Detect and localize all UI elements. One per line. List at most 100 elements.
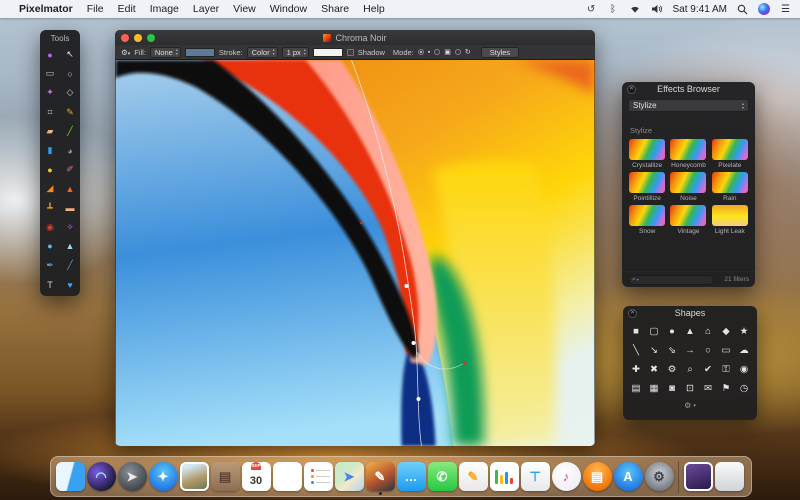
square-shape[interactable]: ■ [627, 322, 645, 341]
filter-honeycomb[interactable]: Honeycomb [669, 139, 707, 169]
dock-item-safari[interactable]: ✦ [148, 459, 178, 495]
image-shape[interactable]: ▦ [645, 379, 663, 398]
effects-search-input[interactable]: ⌕ ▾ [628, 274, 714, 285]
launchpad-icon[interactable]: ➤ [117, 462, 147, 491]
pixelmator-icon[interactable]: ✎ [365, 462, 395, 491]
oval-bubble-shape[interactable]: ○ [699, 341, 717, 360]
pages-icon[interactable]: ✎ [458, 462, 488, 491]
camera-shape[interactable]: ◙ [663, 379, 681, 398]
filter-thumbnail[interactable] [711, 139, 748, 160]
menu-item-edit[interactable]: Edit [111, 3, 143, 15]
filter-thumbnail[interactable] [670, 172, 707, 193]
effects-category-select[interactable]: Stylize ▴ ▾ [628, 99, 749, 112]
dock-item-facetime[interactable]: ✆ [427, 459, 457, 495]
clock-shape[interactable]: ◷ [735, 379, 753, 398]
dock-item-ibooks[interactable]: ▤ [582, 459, 612, 495]
numbers-icon[interactable] [489, 462, 519, 491]
pen-tool[interactable]: ✒ [40, 256, 60, 275]
dock-item-photos[interactable] [179, 459, 209, 495]
pencil-tool[interactable]: ✎ [60, 103, 80, 122]
display-shape[interactable]: ⊡ [681, 379, 699, 398]
system-preferences-icon[interactable]: ⚙ [644, 462, 674, 491]
filter-thumbnail[interactable] [629, 139, 666, 160]
siri-icon[interactable]: ◠ [86, 462, 116, 491]
close-button[interactable] [121, 33, 129, 42]
filter-thumbnail[interactable] [670, 139, 707, 160]
maps-icon[interactable]: ➤ [334, 462, 364, 491]
eraser-tool[interactable]: ▰ [40, 122, 60, 141]
menu-item-window[interactable]: Window [263, 3, 314, 15]
gear-icon[interactable]: ⚙▾ [121, 48, 130, 57]
facetime-icon[interactable]: ✆ [427, 462, 457, 491]
shape-tool[interactable]: ♥ [60, 275, 80, 294]
filter-crystallize[interactable]: Crystallize [628, 139, 666, 169]
menu-item-view[interactable]: View [226, 3, 263, 15]
appstore-icon[interactable]: A [613, 462, 643, 491]
magic-wand-tool[interactable]: ✦ [40, 83, 60, 102]
pentagon-shape[interactable]: ⌂ [699, 322, 717, 341]
time-machine-icon[interactable]: ↺ [585, 3, 598, 16]
volume-icon[interactable] [651, 3, 664, 16]
circle-shape[interactable]: ● [663, 322, 681, 341]
finder-icon[interactable] [55, 462, 85, 491]
close-icon[interactable]: ✕ [627, 85, 636, 94]
dock-item-appstore[interactable]: A [613, 459, 643, 495]
lock-shape[interactable]: ⚿ [717, 360, 735, 379]
notification-center-icon[interactable]: ☰ [779, 3, 792, 16]
brush-tool[interactable]: ✐ [60, 160, 80, 179]
filter-thumbnail[interactable] [711, 172, 748, 193]
menu-item-image[interactable]: Image [143, 3, 186, 15]
double-arrow-line-shape[interactable]: ⇘ [663, 341, 681, 360]
bluetooth-icon[interactable]: ᛒ [607, 3, 620, 16]
eye-shape[interactable]: ◉ [735, 360, 753, 379]
fill-color-swatch[interactable] [184, 47, 215, 57]
siri-icon[interactable] [758, 3, 770, 15]
dock-item-numbers[interactable] [489, 459, 519, 495]
dock-item-keynote[interactable]: ⊤ [520, 459, 550, 495]
mode-overlap-radio[interactable] [434, 49, 441, 55]
folder-shape[interactable]: ▤ [627, 379, 645, 398]
dock-item-calendar[interactable]: SEP 30 [241, 459, 271, 495]
trash-icon[interactable] [714, 462, 744, 491]
dock-item-pixelmator[interactable]: ✎ [365, 459, 395, 495]
dock-item-launchpad[interactable]: ➤ [117, 459, 147, 495]
dock-item-maps[interactable]: ➤ [334, 459, 364, 495]
color-swatch-tool[interactable]: ▮ [40, 141, 60, 160]
filter-pixelate[interactable]: Pixelate [711, 139, 749, 169]
filter-pointillize[interactable]: Pointillize [628, 172, 666, 202]
shapes-settings-button[interactable]: ⚙ ▾ [623, 399, 757, 412]
dock-item-messages[interactable]: … [396, 459, 426, 495]
filter-noise[interactable]: Noise [669, 172, 707, 202]
filter-light-leak[interactable]: Light Leak [711, 205, 749, 235]
rect-select-tool[interactable]: ▭ [40, 64, 60, 83]
dodge-tool[interactable]: ● [40, 160, 60, 179]
menu-item-share[interactable]: Share [314, 3, 356, 15]
arrow-shape[interactable]: → [681, 341, 699, 360]
rounded-square-shape[interactable]: ▢ [645, 322, 663, 341]
smudge-tool[interactable]: ◢ [40, 179, 60, 198]
magnifier-shape[interactable]: ⌕ [681, 360, 699, 379]
line-tool[interactable]: ╱ [60, 122, 80, 141]
notes-icon[interactable] [272, 462, 302, 491]
zoom-button[interactable] [147, 33, 155, 42]
healing-tool[interactable]: ▬ [60, 199, 80, 218]
lasso-tool[interactable]: ◇ [60, 83, 80, 102]
diamond-shape[interactable]: ◆ [717, 322, 735, 341]
star-shape[interactable]: ★ [735, 322, 753, 341]
dock-item-pages[interactable]: ✎ [458, 459, 488, 495]
filter-thumbnail[interactable] [629, 172, 666, 193]
plus-shape[interactable]: ✚ [627, 360, 645, 379]
ellipse-select-tool[interactable]: ○ [60, 64, 80, 83]
dock-item-finder[interactable] [55, 459, 85, 495]
mode-fill-radio[interactable] [417, 49, 424, 55]
styles-button[interactable]: Styles [480, 46, 520, 58]
stroke-select[interactable]: Color ▴ ▾ [246, 46, 278, 58]
menu-item-layer[interactable]: Layer [186, 3, 226, 15]
arrow-line-shape[interactable]: ↘ [645, 341, 663, 360]
gear-shape[interactable]: ⚙ [663, 360, 681, 379]
safari-icon[interactable]: ✦ [148, 462, 178, 491]
calendar-icon[interactable]: SEP 30 [241, 462, 271, 491]
blur-tool[interactable]: ● [40, 237, 60, 256]
menu-bar-clock[interactable]: Sat 9:41 AM [673, 4, 727, 15]
arrow-tool[interactable]: ↖ [60, 45, 80, 64]
